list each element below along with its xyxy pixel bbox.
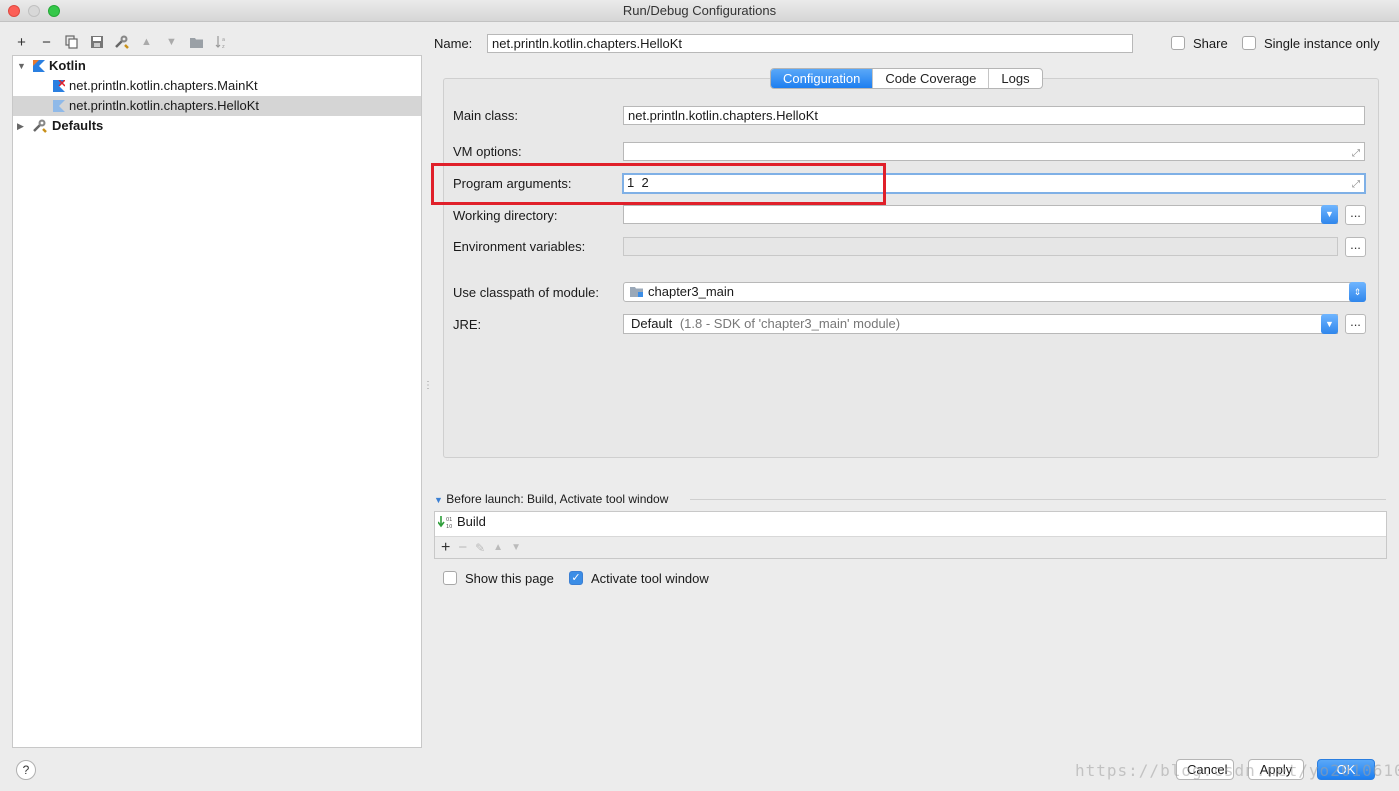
wrench-icon — [33, 119, 47, 133]
jre-dropdown-icon[interactable]: ▼ — [1321, 314, 1338, 334]
tree-node-kotlin[interactable]: ▼ Kotlin — [13, 56, 421, 76]
build-icon: 0110 — [438, 516, 452, 529]
move-down-icon[interactable]: ▼ — [162, 32, 181, 52]
jre-value: Default — [631, 316, 673, 331]
tab-bar: Configuration Code Coverage Logs — [770, 68, 1043, 89]
module-folder-icon — [630, 287, 643, 297]
name-input[interactable]: net.println.kotlin.chapters.HelloKt — [487, 34, 1133, 53]
classpath-module-stepper-icon[interactable]: ⇕ — [1349, 282, 1366, 302]
title-bar: Run/Debug Configurations — [0, 0, 1399, 22]
environment-variables-input[interactable] — [623, 237, 1338, 256]
wrench-icon[interactable] — [112, 32, 131, 52]
edit-icon[interactable]: ✎ — [475, 541, 485, 555]
tree-label-mainkt: net.println.kotlin.chapters.MainKt — [69, 78, 258, 93]
vm-options-input[interactable]: ⤢ — [623, 142, 1365, 161]
build-label: Build — [457, 514, 486, 529]
jre-label: JRE: — [453, 317, 482, 332]
browse-jre-button[interactable]: ... — [1345, 314, 1366, 334]
svg-text:z: z — [222, 44, 225, 49]
svg-text:01: 01 — [446, 517, 452, 523]
before-launch-toolbar: + − ✎ ▲ ▼ — [435, 536, 1386, 558]
add-icon[interactable]: + — [12, 32, 31, 52]
remove-icon[interactable]: − — [458, 539, 467, 556]
svg-text:10: 10 — [446, 524, 452, 529]
tree-item-hellokt[interactable]: net.println.kotlin.chapters.HelloKt — [13, 96, 421, 116]
move-down-icon[interactable]: ▼ — [511, 542, 521, 553]
apply-button[interactable]: Apply — [1248, 759, 1304, 780]
expand-icon[interactable]: ⤢ — [1352, 145, 1360, 160]
config-toolbar: + − ▲ ▼ az — [12, 30, 231, 54]
tab-configuration[interactable]: Configuration — [771, 69, 874, 88]
classpath-module-value: chapter3_main — [648, 284, 734, 299]
expand-arrow-icon[interactable]: ▶ — [17, 116, 24, 136]
share-label: Share — [1193, 36, 1228, 51]
add-icon[interactable]: + — [441, 539, 450, 557]
move-up-icon[interactable]: ▲ — [137, 32, 156, 52]
remove-icon[interactable]: − — [37, 32, 56, 52]
classpath-module-select[interactable]: chapter3_main — [623, 282, 1366, 302]
single-instance-checkbox[interactable] — [1242, 36, 1256, 50]
configuration-panel — [443, 78, 1379, 458]
save-icon[interactable] — [87, 32, 106, 52]
activate-tool-window-label: Activate tool window — [591, 571, 709, 586]
show-page-label: Show this page — [465, 571, 554, 586]
kotlin-icon — [33, 60, 45, 72]
name-label: Name: — [434, 36, 473, 51]
list-item[interactable]: 01 10 Build — [435, 512, 1386, 534]
close-window-button[interactable] — [8, 5, 20, 17]
sort-icon[interactable]: az — [212, 32, 231, 52]
edit-environment-button[interactable]: ... — [1345, 237, 1366, 257]
copy-icon[interactable] — [62, 32, 81, 52]
svg-text:a: a — [222, 37, 225, 43]
configurations-tree[interactable]: ▼ Kotlin net.println.kotlin.chapters.Mai… — [12, 55, 422, 748]
show-page-checkbox[interactable] — [443, 571, 457, 585]
tree-label-hellokt: net.println.kotlin.chapters.HelloKt — [69, 98, 260, 113]
single-instance-label: Single instance only — [1264, 36, 1380, 51]
before-launch-title: Before launch: Build, Activate tool wind… — [446, 492, 669, 506]
before-launch-list: 01 10 Build + − ✎ ▲ ▼ — [434, 511, 1387, 559]
tree-item-mainkt[interactable]: net.println.kotlin.chapters.MainKt — [13, 76, 421, 96]
folder-icon[interactable] — [187, 32, 206, 52]
working-directory-input[interactable] — [623, 205, 1338, 224]
minimize-window-button[interactable] — [28, 5, 40, 17]
kotlin-config-error-icon — [53, 80, 65, 92]
before-launch-header[interactable]: ▼ Before launch: Build, Activate tool wi… — [434, 492, 668, 506]
ok-button[interactable]: OK — [1317, 759, 1375, 780]
working-directory-dropdown-icon[interactable]: ▼ — [1321, 205, 1338, 224]
share-checkbox[interactable] — [1171, 36, 1185, 50]
kotlin-config-icon — [53, 100, 65, 112]
tab-code-coverage[interactable]: Code Coverage — [873, 69, 990, 88]
tree-label-kotlin: Kotlin — [49, 58, 86, 73]
move-up-icon[interactable]: ▲ — [493, 542, 503, 553]
collapse-triangle-icon[interactable]: ▼ — [434, 495, 443, 505]
splitter-handle[interactable]: ⋮ — [423, 380, 433, 394]
annotation-highlight-box — [431, 163, 886, 205]
main-class-input[interactable]: net.println.kotlin.chapters.HelloKt — [623, 106, 1365, 125]
window-title: Run/Debug Configurations — [622, 3, 777, 18]
tree-node-defaults[interactable]: ▶ Defaults — [13, 116, 421, 136]
tree-label-defaults: Defaults — [52, 118, 104, 133]
environment-variables-label: Environment variables: — [453, 239, 586, 254]
tab-logs[interactable]: Logs — [989, 69, 1041, 88]
collapse-arrow-icon[interactable]: ▼ — [17, 56, 26, 76]
working-directory-label: Working directory: — [453, 208, 558, 223]
activate-tool-window-checkbox[interactable]: ✓ — [569, 571, 583, 585]
jre-detail: (1.8 - SDK of 'chapter3_main' module) — [679, 316, 901, 331]
browse-directory-button[interactable]: ... — [1345, 205, 1366, 225]
maximize-window-button[interactable] — [48, 5, 60, 17]
cancel-button[interactable]: Cancel — [1176, 759, 1234, 780]
main-class-label: Main class: — [453, 108, 519, 123]
jre-select[interactable]: Default (1.8 - SDK of 'chapter3_main' mo… — [623, 314, 1338, 334]
vm-options-label: VM options: — [453, 144, 522, 159]
classpath-module-label: Use classpath of module: — [453, 285, 599, 300]
divider — [690, 499, 1386, 500]
help-button[interactable]: ? — [16, 760, 36, 780]
expand-icon[interactable]: ⤢ — [1352, 177, 1360, 192]
